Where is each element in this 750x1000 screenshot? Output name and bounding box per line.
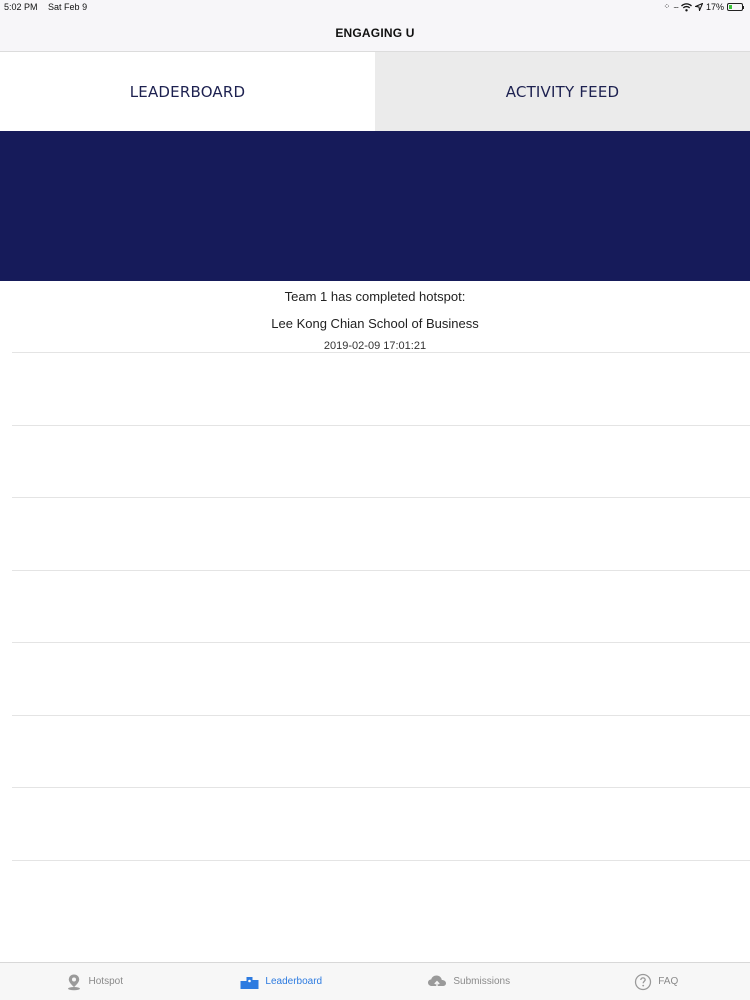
header-banner	[0, 131, 750, 281]
battery-icon	[727, 3, 743, 11]
tab-bar-submissions-label: Submissions	[453, 976, 511, 987]
list-item	[12, 643, 750, 716]
wifi-icon	[681, 2, 692, 11]
feed-item[interactable]: Team 1 has completed hotspot: Lee Kong C…	[12, 281, 750, 353]
tab-leaderboard[interactable]: LEADERBOARD	[0, 52, 375, 131]
tab-bar-leaderboard[interactable]: Leaderboard	[188, 963, 376, 1000]
location-arrow-icon	[694, 3, 703, 11]
page-title: ENGAGING U	[335, 26, 415, 40]
list-item	[12, 426, 750, 498]
tab-activity-feed[interactable]: ACTIVITY FEED	[375, 52, 750, 131]
list-item	[12, 353, 750, 426]
status-bar: 5:02 PM Sat Feb 9 ⁘ ..... 17%	[0, 0, 750, 14]
question-circle-icon	[635, 973, 652, 990]
list-item	[12, 716, 750, 788]
tab-bar-leaderboard-label: Leaderboard	[265, 976, 323, 987]
list-item	[12, 571, 750, 643]
map-pin-icon	[67, 974, 80, 990]
battery-percent: 17%	[705, 2, 724, 12]
list-item	[12, 498, 750, 571]
status-bar-left: 5:02 PM Sat Feb 9	[4, 0, 95, 14]
list-item	[12, 788, 750, 861]
navigation-bar: ENGAGING U	[0, 14, 750, 52]
bottom-tab-bar: Hotspot Leaderboard Submissions FAQ	[0, 962, 750, 1000]
tab-bar-submissions[interactable]: Submissions	[375, 963, 563, 1000]
tab-bar-hotspot-label: Hotspot	[88, 976, 123, 987]
cloud-upload-icon	[428, 975, 447, 988]
segmented-tabs: LEADERBOARD ACTIVITY FEED	[0, 52, 750, 131]
feed-item-timestamp: 2019-02-09 17:01:21	[323, 340, 427, 352]
status-time: 5:02 PM	[4, 2, 38, 12]
tab-bar-hotspot[interactable]: Hotspot	[0, 963, 188, 1000]
activity-feed-list[interactable]: Team 1 has completed hotspot: Lee Kong C…	[0, 281, 750, 861]
tab-bar-faq-label: FAQ	[658, 976, 679, 987]
status-date: Sat Feb 9	[48, 2, 88, 12]
status-bar-right: ⁘ ..... 17%	[664, 0, 744, 14]
feed-item-message: Team 1 has completed hotspot:	[284, 289, 466, 304]
tab-bar-faq[interactable]: FAQ	[563, 963, 750, 1000]
tab-leaderboard-label: LEADERBOARD	[129, 82, 246, 101]
tab-activity-feed-label: ACTIVITY FEED	[505, 82, 620, 101]
signal-dots-icon: .....	[673, 3, 679, 10]
activity-spinner-icon: ⁘	[663, 2, 671, 11]
battery-tip-icon	[743, 5, 744, 9]
feed-item-hotspot-name: Lee Kong Chian School of Business	[271, 316, 479, 331]
podium-icon	[240, 976, 259, 989]
